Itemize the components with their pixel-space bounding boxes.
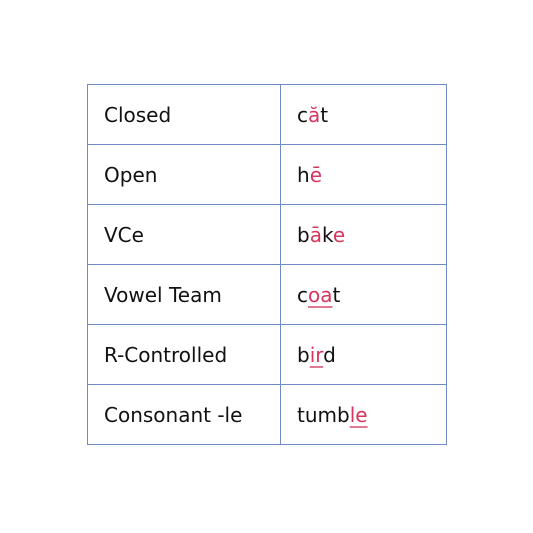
table-row: Vowel Team coat — [87, 264, 447, 325]
plain-letters: h — [297, 162, 310, 187]
highlighted-letter: e — [332, 222, 346, 247]
table-row: Consonant -le tumble — [87, 384, 447, 445]
table-row: R-Controlled bird — [87, 324, 447, 385]
syllable-type-cell: Closed — [87, 84, 281, 145]
table-row: Open hē — [87, 144, 447, 205]
plain-letters: d — [323, 342, 336, 367]
underlined-letters: le — [349, 402, 368, 427]
syllable-type-cell: VCe — [87, 204, 281, 265]
example-word-cell: bāke — [280, 204, 447, 265]
syllable-type-cell: Vowel Team — [87, 264, 281, 325]
example-word-cell: coat — [280, 264, 447, 325]
plain-letters: c — [297, 282, 308, 307]
example-word-cell: căt — [280, 84, 447, 145]
syllable-type-cell: R-Controlled — [87, 324, 281, 385]
underlined-letters: oa — [308, 282, 333, 307]
highlighted-letter: ā — [309, 222, 322, 247]
plain-letters: tumb — [297, 402, 350, 427]
syllable-type-cell: Consonant -le — [87, 384, 281, 445]
plain-letters: b — [297, 222, 310, 247]
example-word-cell: bird — [280, 324, 447, 385]
table-body: Closed căt Open hē VCe bāke Vowel Team c… — [87, 84, 447, 445]
example-word-cell: hē — [280, 144, 447, 205]
highlighted-letter: ē — [309, 162, 322, 187]
example-word-cell: tumble — [280, 384, 447, 445]
plain-letters: k — [321, 222, 333, 247]
plain-letters: t — [320, 102, 329, 127]
underlined-letters: ir — [309, 342, 324, 367]
syllable-types-table: Closed căt Open hē VCe bāke Vowel Team c… — [87, 84, 447, 445]
plain-letters: t — [332, 282, 341, 307]
highlighted-letter: ă — [308, 102, 321, 127]
syllable-type-cell: Open — [87, 144, 281, 205]
table-row: VCe bāke — [87, 204, 447, 265]
plain-letters: b — [297, 342, 310, 367]
table-row: Closed căt — [87, 84, 447, 145]
plain-letters: c — [297, 102, 308, 127]
